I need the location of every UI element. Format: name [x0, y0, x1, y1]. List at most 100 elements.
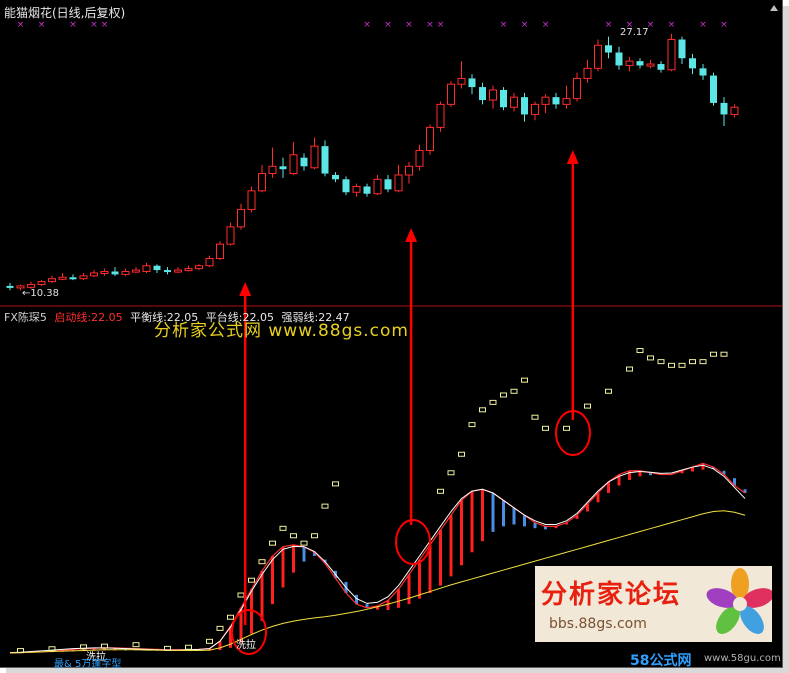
candle-body [321, 146, 329, 174]
candle-body [457, 77, 466, 85]
signal-x-mark: × [384, 20, 392, 30]
candle-body [625, 60, 634, 66]
arrow-head [405, 228, 418, 242]
dash-marker [227, 614, 234, 620]
candle-body [279, 166, 287, 170]
candle-body [27, 283, 35, 288]
candle-body [500, 89, 507, 108]
window-shadow-bottom [6, 668, 789, 673]
signal-x-mark: × [668, 20, 676, 30]
dash-marker [563, 425, 570, 431]
dash-marker [479, 407, 486, 413]
dash-marker [531, 414, 539, 420]
signal-x-mark: × [605, 20, 613, 30]
signal-x-mark: × [699, 20, 707, 30]
signal-x-mark: × [69, 20, 77, 30]
signal-x-mark: × [17, 20, 25, 30]
candle-body [226, 226, 235, 245]
signal-x-mark: × [363, 20, 371, 30]
candle-body [342, 179, 350, 193]
bottom-site-url: www.58gu.com [704, 653, 781, 664]
candle-body [37, 281, 46, 285]
dash-marker [216, 625, 224, 631]
dash-marker [468, 422, 476, 428]
dash-marker [668, 362, 675, 368]
candle-body [164, 270, 171, 273]
candle-body [289, 154, 298, 175]
bottom-site-logo: 58公式网 [630, 653, 692, 669]
dash-marker [699, 359, 707, 365]
candle-body [689, 58, 696, 69]
candle-body [100, 271, 109, 275]
candle-body [415, 149, 424, 167]
candle-body [646, 63, 655, 67]
candle-body [132, 269, 140, 273]
candle-body [205, 258, 214, 267]
candle-body [720, 102, 728, 115]
candle-body [268, 165, 277, 175]
candle-body [510, 96, 518, 108]
signal-x-mark: × [521, 20, 529, 30]
candle-body [436, 103, 445, 128]
candle-body [237, 209, 245, 228]
forum-logo: 分析家论坛 bbs.88gs.com [535, 566, 772, 642]
signal-x-mark: × [90, 20, 98, 30]
dash-marker [321, 503, 329, 509]
candle-body [710, 75, 717, 103]
candle-body [363, 186, 371, 194]
high-price-label: 27.17 [620, 27, 649, 38]
candle-body [730, 106, 739, 115]
candle-body [657, 64, 665, 70]
candle-body [605, 45, 612, 53]
dash-marker [521, 377, 528, 383]
dash-marker [206, 638, 213, 644]
candle-body [352, 185, 361, 193]
candle-body [426, 126, 434, 151]
site-watermark: 分析家公式网 www.88gs.com [154, 321, 409, 341]
candle-body [479, 87, 486, 101]
signal-x-mark: × [542, 20, 550, 30]
signal-x-mark: × [720, 20, 728, 30]
dash-marker [657, 359, 665, 365]
candle-body [468, 78, 476, 88]
candle-body [90, 272, 98, 277]
dash-marker [248, 577, 255, 583]
dash-marker [689, 359, 696, 365]
candle-body [489, 89, 497, 101]
dash-marker [332, 481, 339, 487]
signal-x-mark: × [101, 20, 109, 30]
dash-marker [437, 488, 444, 494]
candle-body [552, 97, 560, 105]
candle-body [111, 271, 119, 275]
candle-body [195, 265, 203, 270]
candle-body [394, 174, 403, 192]
arrow-head [239, 282, 252, 296]
candle-body [310, 145, 319, 169]
candle-body [6, 285, 14, 288]
arrow-head [566, 150, 579, 164]
signal-x-mark: × [405, 20, 413, 30]
candle-body [184, 268, 193, 272]
dash-marker [237, 592, 245, 598]
candle-body [142, 265, 151, 273]
candle-body [373, 178, 382, 195]
candle-body [636, 61, 644, 66]
candle-body [48, 278, 56, 283]
candle-body [405, 165, 413, 176]
candle-body [69, 277, 77, 280]
dash-marker [311, 533, 318, 539]
xila-mark-right: 洗拉 [236, 640, 256, 651]
candle-body [332, 174, 339, 180]
dash-marker [678, 362, 686, 368]
candle-body [562, 98, 571, 105]
dash-marker [290, 533, 297, 539]
dash-marker [458, 451, 465, 457]
candle-body [667, 39, 676, 71]
dash-marker [279, 525, 287, 531]
signal-x-mark: × [426, 20, 434, 30]
dash-marker [605, 388, 612, 394]
candle-body [247, 190, 256, 211]
flower-logo-icon [706, 568, 772, 634]
candle-body [174, 269, 182, 273]
window-shadow-right [783, 6, 789, 673]
